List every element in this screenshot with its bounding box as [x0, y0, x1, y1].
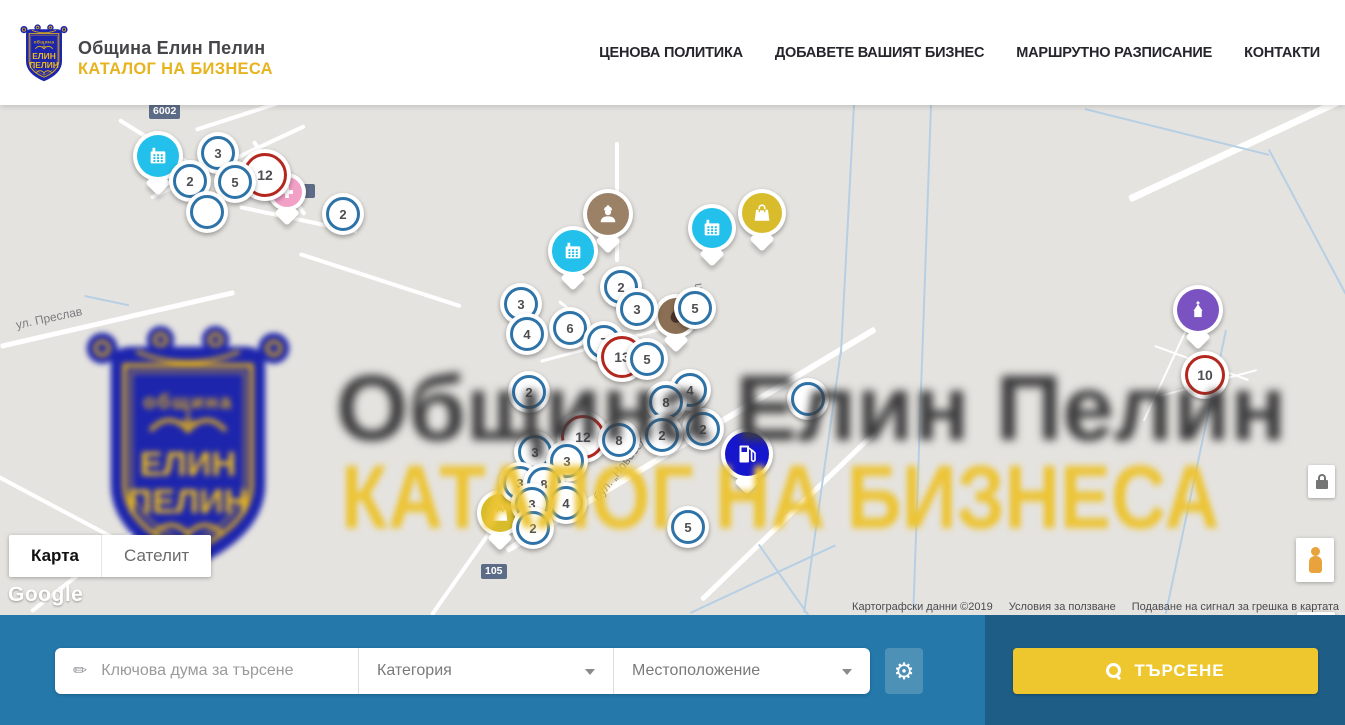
gear-icon: ⚙ — [894, 660, 915, 683]
search-fields-group: ✏ Категория Местоположение — [55, 648, 870, 694]
map-boundary-line — [840, 105, 855, 355]
advanced-search-button[interactable]: ⚙ — [885, 648, 923, 694]
cluster-count: 4 — [510, 317, 544, 351]
cluster-marker[interactable]: 2 — [322, 193, 364, 235]
google-logo[interactable]: Google — [8, 583, 83, 607]
watermark-subtitle: КАТАЛОГ НА БИЗНЕСА — [341, 447, 1220, 550]
keyword-field[interactable]: ✏ — [55, 648, 359, 694]
factory-icon — [552, 230, 594, 272]
lock-icon — [1316, 480, 1328, 489]
site-title: Община Елин Пелин — [78, 38, 265, 59]
factory-map-pin[interactable] — [688, 204, 736, 252]
svg-text:ПЕЛИН: ПЕЛИН — [29, 60, 59, 70]
search-button[interactable]: ТЪРСЕНЕ — [1013, 648, 1318, 694]
map-boundary-line — [690, 544, 836, 613]
street-view-pegman-button[interactable] — [1296, 538, 1334, 582]
map-boundary-line — [1268, 149, 1345, 318]
municipality-shield-icon: община ЕЛИН ПЕЛИН — [20, 24, 68, 84]
main-nav: ЦЕНОВА ПОЛИТИКА ДОБАВЕТЕ ВАШИЯТ БИЗНЕС МАР… — [599, 0, 1320, 105]
category-select[interactable]: Категория — [359, 648, 614, 694]
cluster-count: 3 — [620, 292, 654, 326]
location-select[interactable]: Местоположение — [614, 648, 870, 694]
search-icon — [1106, 663, 1122, 679]
map-attribution: Картографски данни ©2019 Условия за полз… — [852, 601, 1339, 613]
business-catalog-page: ул. Преславбул. „Новоселция6002105 31225… — [0, 0, 1345, 725]
map-type-control: Карта Сателит — [9, 535, 211, 577]
satellite-view-button[interactable]: Сателит — [101, 535, 211, 577]
cluster-count: 5 — [678, 291, 712, 325]
road-badge: 6002 — [149, 105, 180, 119]
chevron-down-icon — [585, 669, 595, 675]
svg-text:община: община — [143, 390, 233, 413]
pegman-icon — [1307, 547, 1323, 573]
site-subtitle: КАТАЛОГ НА БИЗНЕСА — [78, 60, 273, 79]
bag-icon — [742, 193, 782, 233]
nav-item-contacts[interactable]: КОНТАКТИ — [1244, 45, 1320, 61]
svg-text:ЕЛИН: ЕЛИН — [140, 445, 236, 483]
cluster-count — [190, 195, 224, 229]
bag-map-pin[interactable] — [738, 189, 786, 237]
cluster-count: 2 — [326, 197, 360, 231]
map-copyright: Картографски данни ©2019 — [852, 601, 993, 613]
attribution-link[interactable]: Условия за ползване — [1009, 601, 1116, 613]
map-boundary-line — [1085, 108, 1270, 156]
cluster-count: 5 — [218, 165, 252, 199]
map-boundary-line — [85, 295, 129, 306]
cluster-marker[interactable]: 3 — [616, 288, 658, 330]
cluster-marker[interactable] — [186, 191, 228, 233]
factory-map-pin[interactable] — [548, 226, 598, 276]
map-view-button[interactable]: Карта — [9, 535, 101, 577]
location-select-value: Местоположение — [632, 662, 760, 680]
svg-text:ПЕЛИН: ПЕЛИН — [127, 483, 248, 521]
site-header: община ЕЛИН ПЕЛИН Община Елин Пелин КАТА… — [0, 0, 1345, 105]
watermark-title: Община Елин Пелин — [336, 355, 1286, 462]
cluster-marker[interactable]: 5 — [674, 287, 716, 329]
cluster-count: 6 — [553, 311, 587, 345]
search-button-label: ТЪРСЕНЕ — [1134, 661, 1224, 681]
factory-icon — [692, 208, 732, 248]
chevron-down-icon — [842, 669, 852, 675]
search-bar-section: ✏ Категория Местоположение ⚙ ТЪРСЕНЕ — [0, 615, 1345, 725]
lock-button[interactable] — [1308, 465, 1335, 498]
nav-item-add-business[interactable]: ДОБАВЕТЕ ВАШИЯТ БИЗНЕС — [775, 45, 984, 61]
keyword-input[interactable] — [99, 661, 333, 681]
church-icon — [1177, 289, 1219, 331]
church-map-pin[interactable] — [1173, 285, 1223, 335]
municipality-logo[interactable]: община ЕЛИН ПЕЛИН — [20, 24, 68, 84]
map-road — [1128, 105, 1345, 202]
google-map[interactable]: ул. Преславбул. „Новоселция6002105 31225… — [0, 105, 1345, 615]
nav-item-route-schedule[interactable]: МАРШРУТНО РАЗПИСАНИЕ — [1016, 45, 1212, 61]
nav-item-pricing[interactable]: ЦЕНОВА ПОЛИТИКА — [599, 45, 743, 61]
road-badge: 105 — [481, 564, 507, 579]
map-road — [195, 105, 310, 132]
category-select-value: Категория — [377, 662, 452, 680]
pencil-icon: ✏ — [73, 661, 87, 681]
map-road — [299, 252, 462, 308]
cluster-marker[interactable]: 4 — [506, 313, 548, 355]
